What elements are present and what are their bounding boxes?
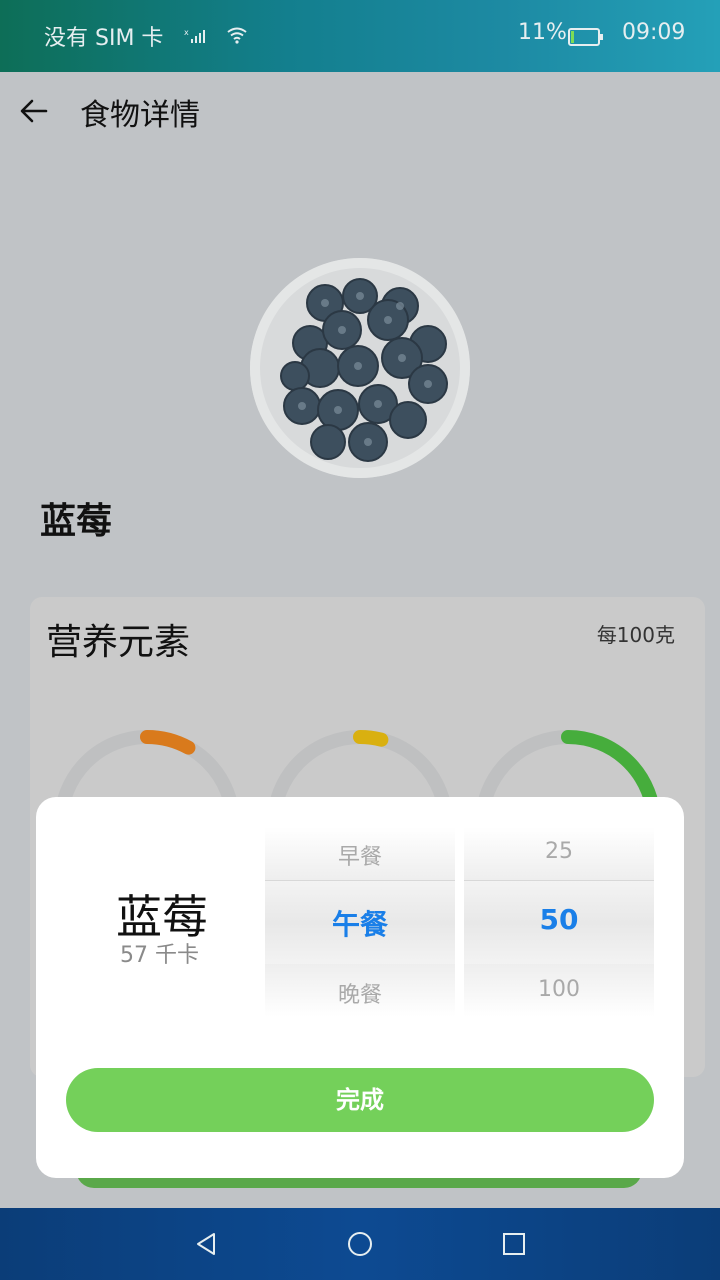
per-unit-label: 每100克 (596, 623, 675, 647)
nutrition-card-title: 营养元素 (46, 622, 191, 663)
amount-option-selected[interactable]: 50 (464, 903, 654, 936)
meal-picker[interactable]: 早餐 午餐 晚餐 (265, 827, 455, 1017)
battery-icon (568, 28, 603, 46)
status-bar: 没有 SIM 卡 x 11% 09:09 (0, 0, 720, 72)
blueberry-illustration (280, 278, 448, 462)
meal-option-prev[interactable]: 早餐 (265, 839, 455, 871)
navigation-bar (0, 1208, 720, 1280)
blueberries-bowl-image (250, 258, 470, 478)
back-arrow-icon[interactable] (18, 96, 50, 126)
svg-text:x: x (184, 28, 189, 37)
done-button[interactable]: 完成 (66, 1068, 654, 1132)
meal-option-selected[interactable]: 午餐 (265, 903, 455, 943)
page-title: 食物详情 (80, 98, 200, 133)
signal-icon: x (184, 28, 205, 43)
dialog-calories: 57 千卡 (120, 943, 199, 968)
battery-percent: 11% (518, 20, 567, 45)
add-food-dialog: 蓝莓 57 千卡 早餐 午餐 晚餐 25 50 100 完成 (36, 797, 684, 1178)
recents-square-icon[interactable] (498, 1228, 530, 1260)
amount-picker[interactable]: 25 50 100 (464, 827, 654, 1017)
amount-option-prev[interactable]: 25 (464, 839, 654, 864)
amount-option-next[interactable]: 100 (464, 977, 654, 1002)
home-circle-icon[interactable] (344, 1228, 376, 1260)
back-triangle-icon[interactable] (190, 1228, 222, 1260)
wifi-icon (227, 27, 247, 44)
food-name: 蓝莓 (40, 501, 113, 542)
clock: 09:09 (622, 20, 686, 45)
carrier-text: 没有 SIM 卡 (44, 26, 164, 51)
meal-option-next[interactable]: 晚餐 (265, 977, 455, 1009)
